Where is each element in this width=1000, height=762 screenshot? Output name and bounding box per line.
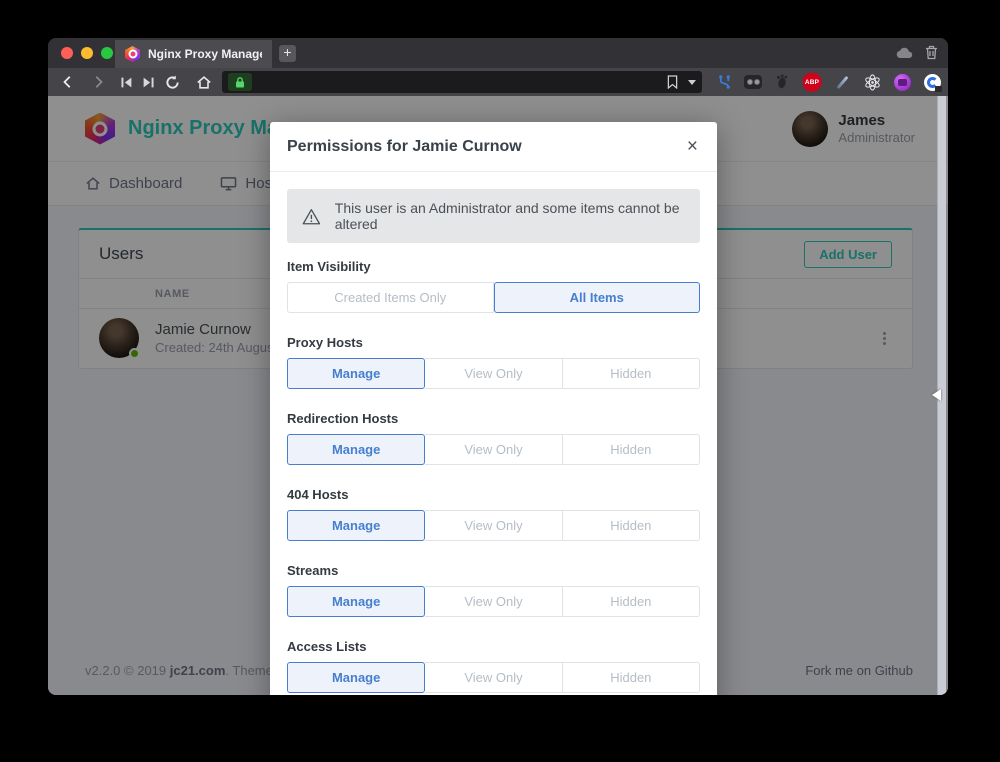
adblock-plus-icon[interactable]: ABP [803, 73, 822, 92]
section-label-proxy-hosts: Proxy Hosts [287, 335, 700, 350]
reload-icon[interactable] [160, 70, 184, 94]
desktop: Nginx Proxy Manager + [0, 0, 1000, 762]
proxy-hosts-group: Manage View Only Hidden [287, 358, 700, 389]
skip-start-icon[interactable] [114, 70, 138, 94]
404-hosts-group: Manage View Only Hidden [287, 510, 700, 541]
extension-icons: ABP [714, 70, 942, 94]
redirection-hosts-view-only-button[interactable]: View Only [425, 434, 562, 465]
alert-text: This user is an Administrator and some i… [335, 200, 685, 232]
admin-warning-alert: This user is an Administrator and some i… [287, 189, 700, 243]
proxy-hosts-hidden-button[interactable]: Hidden [563, 358, 700, 389]
browser-toolbar: ABP [48, 68, 948, 96]
section-label-streams: Streams [287, 563, 700, 578]
section-label-404-hosts: 404 Hosts [287, 487, 700, 502]
footprint-extension-icon[interactable] [772, 72, 792, 92]
tab-title: Nginx Proxy Manager [148, 47, 262, 61]
forward-icon[interactable] [86, 70, 110, 94]
https-lock-icon[interactable] [228, 73, 252, 91]
access-lists-hidden-button[interactable]: Hidden [563, 662, 700, 693]
atom-extension-icon[interactable] [862, 72, 882, 92]
bookmarks-caret-icon[interactable] [688, 80, 696, 85]
404-hosts-view-only-button[interactable]: View Only [425, 510, 562, 541]
section-label-redirection-hosts: Redirection Hosts [287, 411, 700, 426]
back-icon[interactable] [56, 70, 80, 94]
robot-extension-icon[interactable] [744, 75, 762, 89]
proxy-hosts-manage-button[interactable]: Manage [287, 358, 425, 389]
streams-manage-button[interactable]: Manage [287, 586, 425, 617]
browser-tabbar: Nginx Proxy Manager + [48, 38, 948, 68]
cloud-icon[interactable] [896, 47, 913, 59]
404-hosts-manage-button[interactable]: Manage [287, 510, 425, 541]
fork-extension-icon[interactable] [714, 72, 734, 92]
browser-window: Nginx Proxy Manager + [48, 38, 948, 695]
url-bar[interactable] [222, 71, 702, 93]
warning-icon [302, 207, 321, 226]
streams-hidden-button[interactable]: Hidden [563, 586, 700, 617]
privacy-lock-extension-icon[interactable] [924, 74, 941, 91]
browser-tab[interactable]: Nginx Proxy Manager [115, 40, 272, 68]
purple-extension-icon[interactable] [894, 74, 911, 91]
skip-end-icon[interactable] [136, 70, 160, 94]
trash-icon[interactable] [925, 45, 938, 60]
section-label-item-visibility: Item Visibility [287, 259, 700, 274]
mouse-cursor [932, 389, 941, 401]
visibility-all-items-button[interactable]: All Items [494, 282, 701, 313]
home-icon[interactable] [192, 70, 216, 94]
streams-view-only-button[interactable]: View Only [425, 586, 562, 617]
proxy-hosts-view-only-button[interactable]: View Only [425, 358, 562, 389]
permissions-modal: Permissions for Jamie Curnow × This user… [270, 122, 717, 695]
close-icon[interactable]: × [685, 137, 700, 156]
window-controls [61, 47, 113, 59]
modal-title: Permissions for Jamie Curnow [287, 138, 522, 156]
browser-viewport: Nginx Proxy Manager James Administrator … [48, 96, 948, 695]
pen-extension-icon[interactable] [832, 72, 852, 92]
access-lists-group: Manage View Only Hidden [287, 662, 700, 693]
minimize-window-button[interactable] [81, 47, 93, 59]
access-lists-manage-button[interactable]: Manage [287, 662, 425, 693]
404-hosts-hidden-button[interactable]: Hidden [563, 510, 700, 541]
visibility-created-items-button[interactable]: Created Items Only [287, 282, 494, 313]
redirection-hosts-manage-button[interactable]: Manage [287, 434, 425, 465]
redirection-hosts-group: Manage View Only Hidden [287, 434, 700, 465]
access-lists-view-only-button[interactable]: View Only [425, 662, 562, 693]
redirection-hosts-hidden-button[interactable]: Hidden [563, 434, 700, 465]
streams-group: Manage View Only Hidden [287, 586, 700, 617]
item-visibility-group: Created Items Only All Items [287, 282, 700, 313]
bookmark-icon[interactable] [667, 75, 678, 89]
favicon [125, 46, 140, 62]
zoom-window-button[interactable] [101, 47, 113, 59]
new-tab-button[interactable]: + [279, 45, 296, 62]
section-label-access-lists: Access Lists [287, 639, 700, 654]
close-window-button[interactable] [61, 47, 73, 59]
